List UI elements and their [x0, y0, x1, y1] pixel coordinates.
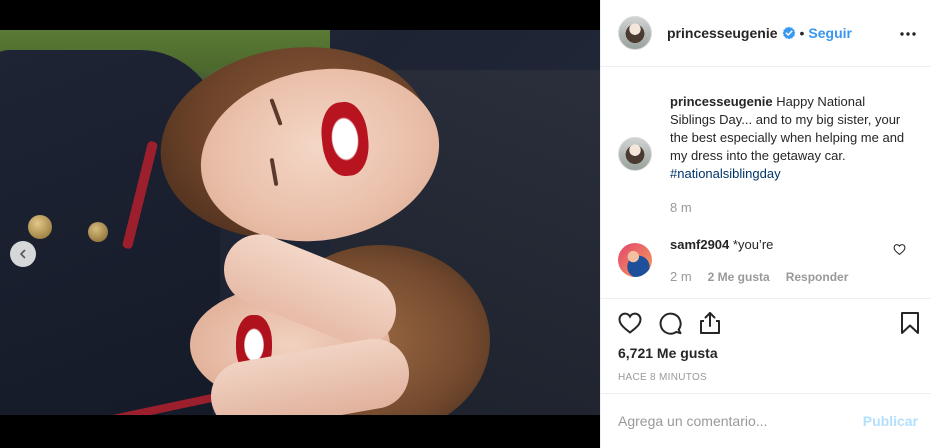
chevron-left-icon — [20, 249, 26, 259]
photo-gold-button — [28, 215, 52, 239]
publish-button[interactable]: Publicar — [863, 413, 918, 429]
post-likes-count[interactable]: 6,721 Me gusta — [618, 345, 718, 361]
comment-text: samf2904 *you’re — [670, 237, 773, 252]
photo-gold-button — [88, 222, 108, 242]
comment-bubble-icon[interactable] — [657, 310, 683, 336]
more-options-icon[interactable] — [898, 24, 918, 44]
caption-timestamp[interactable]: 8 m — [670, 200, 692, 215]
commenter-username[interactable]: samf2904 — [670, 237, 729, 252]
bookmark-icon[interactable] — [897, 310, 923, 336]
caption-hashtag[interactable]: #nationalsiblingday — [670, 166, 781, 181]
comment-body: *you’re — [732, 237, 774, 252]
verified-badge-icon — [782, 26, 796, 40]
comment-like-heart-icon[interactable] — [893, 243, 906, 256]
post-caption: princesseugenie Happy National Siblings … — [618, 93, 904, 181]
commenter-avatar[interactable] — [618, 243, 652, 277]
caption-author-avatar[interactable] — [618, 137, 652, 171]
author-avatar[interactable] — [618, 16, 652, 50]
caption-username[interactable]: princesseugenie — [670, 94, 773, 109]
comment-reply-button[interactable]: Responder — [786, 270, 849, 284]
post-timestamp[interactable]: HACE 8 MINUTOS — [618, 372, 707, 383]
comments-section: princesseugenie Happy National Siblings … — [601, 67, 931, 298]
share-icon[interactable] — [697, 310, 723, 336]
carousel-prev-button[interactable] — [10, 241, 36, 267]
comment-timestamp[interactable]: 2 m — [670, 269, 692, 284]
header-separator: • — [799, 25, 805, 41]
follow-button[interactable]: Seguir — [808, 25, 852, 41]
post-header: princesseugenie • Seguir — [601, 0, 931, 67]
add-comment-bar: Publicar — [601, 393, 931, 448]
post-side-panel: princesseugenie • Seguir princesseugenie… — [600, 0, 931, 448]
post-photo[interactable] — [0, 30, 600, 415]
comment-meta: 2 m 2 Me gusta Responder — [670, 269, 848, 284]
author-username[interactable]: princesseugenie — [667, 25, 778, 41]
comment-likes[interactable]: 2 Me gusta — [708, 270, 770, 284]
instagram-post-modal: princesseugenie • Seguir princesseugenie… — [0, 0, 931, 448]
like-heart-icon[interactable] — [617, 310, 643, 336]
post-actions: 6,721 Me gusta HACE 8 MINUTOS — [601, 298, 931, 393]
caption-text: princesseugenie Happy National Siblings … — [670, 93, 910, 183]
comment-input[interactable] — [618, 413, 863, 429]
